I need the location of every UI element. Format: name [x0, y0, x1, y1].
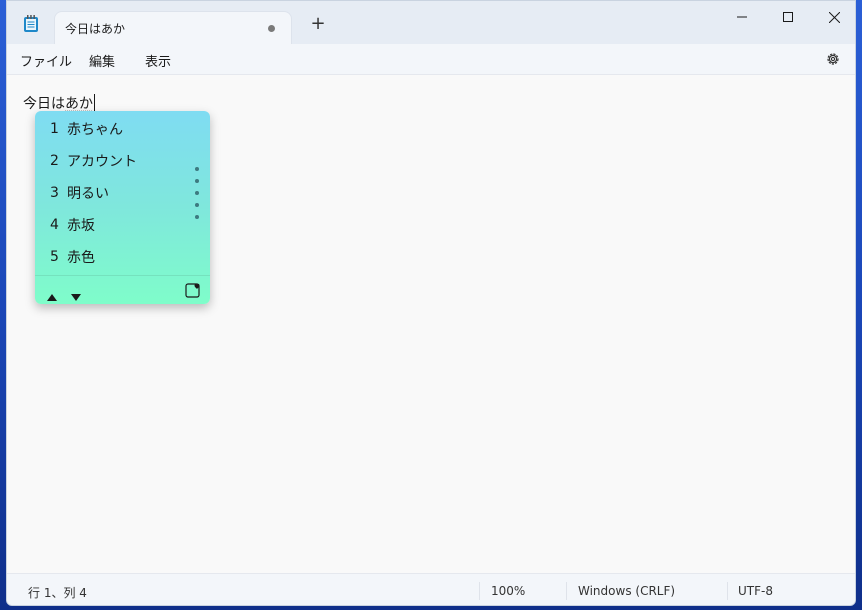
ime-footer — [35, 275, 210, 304]
candidate-text: 明るい — [67, 186, 109, 202]
heart-icon[interactable] — [185, 282, 201, 302]
tab-document[interactable]: 今日はあか — [54, 11, 292, 44]
encoding[interactable]: UTF-8 — [738, 584, 773, 598]
candidate-number: 5 — [50, 249, 59, 265]
menu-view[interactable]: 表示 — [145, 51, 171, 70]
candidate-text: 赤坂 — [67, 218, 95, 234]
status-divider — [727, 582, 728, 600]
ime-candidate-window: 1 赤ちゃん 2 アカウント 3 明るい 4 赤坂 5 赤色 — [35, 111, 210, 304]
ime-candidate[interactable]: 5 赤色 — [50, 242, 95, 272]
menu-bar: ファイル 編集 表示 — [7, 44, 855, 75]
maximize-button[interactable] — [765, 1, 811, 33]
status-divider — [479, 582, 480, 600]
cursor-position: 行 1、列 4 — [28, 586, 87, 600]
candidate-text: 赤ちゃん — [67, 122, 123, 138]
ime-scroll-indicator[interactable] — [195, 167, 199, 227]
close-button[interactable] — [811, 1, 855, 33]
candidate-text: 赤色 — [67, 250, 95, 266]
ime-candidate[interactable]: 4 赤坂 — [50, 210, 95, 240]
editor-line: 今日はあか — [23, 93, 95, 113]
candidate-number: 1 — [50, 121, 59, 137]
candidate-number: 4 — [50, 217, 59, 233]
page-down-icon[interactable] — [71, 286, 81, 304]
tab-title: 今日はあか — [65, 22, 126, 36]
title-bar: 今日はあか + — [7, 1, 855, 44]
candidate-number: 3 — [50, 185, 59, 201]
line-ending[interactable]: Windows (CRLF) — [578, 584, 675, 598]
ime-candidate[interactable]: 2 アカウント — [50, 146, 137, 176]
page-up-icon[interactable] — [47, 286, 57, 304]
notepad-icon — [23, 15, 39, 33]
text-caret — [94, 94, 95, 112]
committed-text: 今日は — [23, 96, 65, 112]
candidate-number: 2 — [50, 153, 59, 169]
close-icon — [828, 11, 840, 23]
menu-file[interactable]: ファイル — [20, 51, 72, 70]
minimize-icon — [737, 16, 747, 18]
candidate-text: アカウント — [67, 154, 137, 170]
ime-candidate[interactable]: 3 明るい — [50, 178, 109, 208]
menu-edit[interactable]: 編集 — [89, 51, 115, 70]
plus-icon[interactable]: + — [308, 15, 328, 33]
gear-icon[interactable] — [825, 51, 841, 67]
maximize-icon — [783, 12, 793, 22]
minimize-button[interactable] — [719, 1, 765, 33]
ime-candidate[interactable]: 1 赤ちゃん — [50, 114, 123, 144]
status-bar: 行 1、列 4 100% Windows (CRLF) UTF-8 — [7, 573, 855, 605]
zoom-level[interactable]: 100% — [491, 584, 525, 598]
status-divider — [566, 582, 567, 600]
unsaved-indicator-icon[interactable] — [268, 25, 275, 32]
composition-text: あか — [65, 96, 93, 112]
